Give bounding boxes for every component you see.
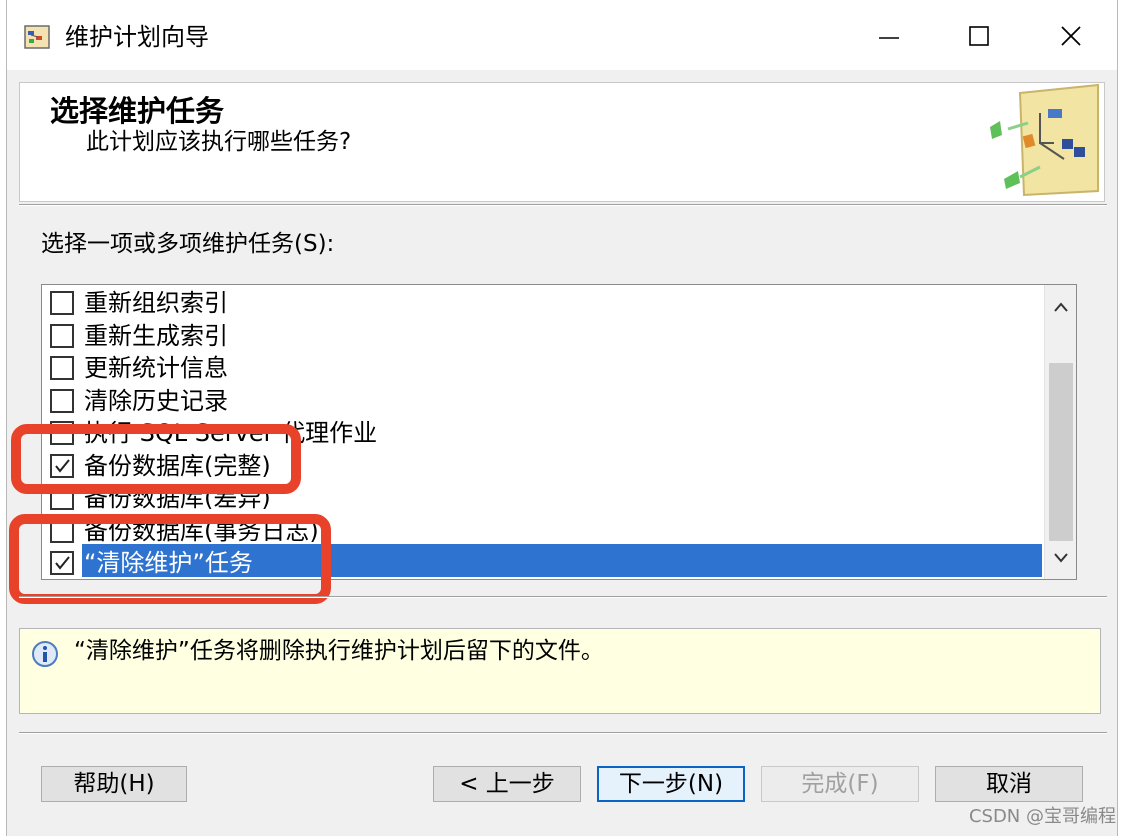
checkbox[interactable]	[50, 421, 74, 445]
task-list-item-label: 备份数据库(完整)	[84, 451, 271, 480]
checkbox[interactable]	[50, 486, 74, 510]
close-icon	[1061, 26, 1081, 46]
checkbox[interactable]	[50, 518, 74, 543]
list-vertical-scrollbar[interactable]	[1044, 285, 1076, 579]
footer-separator	[19, 732, 1107, 734]
task-list-item[interactable]: 清除历史记录	[46, 385, 1042, 417]
checkmark-icon	[55, 556, 70, 570]
maintenance-plan-wizard-window: 维护计划向导 选择维护任务 此计划应该执行哪些任务? 选择一项或多项维护任务(S…	[6, 0, 1118, 836]
task-description-box: “清除维护”任务将删除执行维护计划后留下的文件。	[19, 628, 1101, 714]
watermark: CSDN @宝哥编程	[968, 806, 1116, 827]
task-list-label: 选择一项或多项维护任务(S):	[41, 231, 335, 257]
task-list-item[interactable]: 备份数据库(差异)	[46, 482, 1042, 514]
task-list-item[interactable]: “清除维护”任务	[46, 547, 1042, 579]
task-list-item-label: 清除历史记录	[84, 386, 228, 415]
scroll-up-button[interactable]	[1045, 285, 1076, 329]
scroll-down-button[interactable]	[1045, 535, 1076, 579]
checkbox-checked[interactable]	[50, 551, 74, 575]
title-bar[interactable]: 维护计划向导	[7, 0, 1117, 70]
info-icon	[32, 641, 58, 667]
task-list-item[interactable]: 备份数据库(事务日志)	[46, 515, 1042, 547]
checkbox[interactable]	[50, 356, 74, 380]
wizard-header-panel: 选择维护任务 此计划应该执行哪些任务?	[19, 82, 1105, 202]
checkbox[interactable]	[50, 388, 74, 413]
task-list-item[interactable]: 备份数据库(完整)	[46, 450, 1042, 482]
checkbox-checked[interactable]	[50, 453, 74, 478]
window-title: 维护计划向导	[65, 23, 209, 51]
back-button[interactable]: < 上一步	[433, 766, 581, 802]
task-list-item-label: 执行 SQL Server 代理作业	[84, 419, 378, 447]
finish-button[interactable]: 完成(F)	[761, 766, 919, 802]
help-button[interactable]: 帮助(H)	[41, 766, 187, 802]
task-list-item-label: 备份数据库(差异)	[84, 484, 271, 512]
task-list-item-label: 备份数据库(事务日志)	[84, 516, 319, 545]
wizard-illustration-icon	[990, 83, 1099, 197]
task-list-item[interactable]: 重新组织索引	[46, 287, 1042, 319]
page-subtitle: 此计划应该执行哪些任务?	[86, 129, 352, 155]
task-list-item-label: 更新统计信息	[84, 354, 228, 382]
minimize-button[interactable]	[861, 14, 917, 58]
task-list-item-label: 重新组织索引	[84, 289, 228, 317]
task-list-item[interactable]: 执行 SQL Server 代理作业	[46, 417, 1042, 449]
maximize-button[interactable]	[951, 14, 1007, 58]
next-button[interactable]: 下一步(N)	[597, 766, 745, 802]
maintenance-task-list[interactable]: 重新组织索引 重新生成索引 更新统计信息 清除历史记录执行 SQL Server 代理…	[41, 284, 1077, 580]
header-separator	[19, 204, 1107, 206]
chevron-up-icon	[1054, 302, 1068, 312]
close-button[interactable]	[1043, 14, 1099, 58]
maximize-icon	[969, 26, 989, 46]
checkbox[interactable]	[50, 323, 74, 348]
task-list-item[interactable]: 更新统计信息	[46, 352, 1042, 384]
cancel-button[interactable]: 取消	[935, 766, 1083, 802]
wizard-app-icon	[24, 25, 50, 49]
list-separator	[19, 596, 1107, 598]
task-list-item-label: 重新生成索引	[84, 321, 228, 350]
scroll-thumb[interactable]	[1049, 363, 1073, 541]
task-list-item-label: “清除维护”任务	[84, 549, 253, 577]
checkmark-icon	[55, 458, 70, 473]
page-title: 选择维护任务	[50, 94, 225, 128]
task-list-item[interactable]: 重新生成索引	[46, 320, 1042, 352]
task-description-text: “清除维护”任务将删除执行维护计划后留下的文件。	[74, 638, 604, 664]
chevron-down-icon	[1054, 553, 1068, 563]
checkbox[interactable]	[50, 291, 74, 315]
minimize-icon	[879, 37, 899, 39]
